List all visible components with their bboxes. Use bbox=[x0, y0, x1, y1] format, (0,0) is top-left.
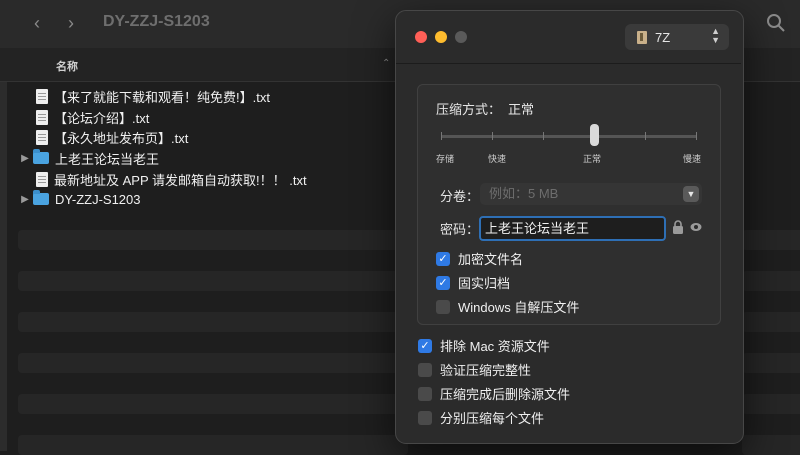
checkbox-label: 加密文件名 bbox=[458, 252, 524, 267]
window-title: DY-ZZJ-S1203 bbox=[103, 13, 210, 30]
windows-sfx-checkbox[interactable]: Windows 自解压文件 bbox=[436, 297, 579, 316]
eye-icon[interactable] bbox=[690, 222, 702, 232]
password-label: 密码： bbox=[440, 222, 480, 237]
checkmark-icon: ✓ bbox=[436, 275, 450, 290]
close-window-button[interactable] bbox=[415, 31, 427, 43]
verify-checkbox[interactable]: 验证压缩完整性 bbox=[418, 360, 531, 379]
sort-chevron-icon[interactable]: ⌃ bbox=[382, 58, 390, 69]
split-label: 分卷： bbox=[440, 189, 480, 204]
separate-archives-checkbox[interactable]: 分别压缩每个文件 bbox=[418, 408, 544, 427]
checkbox-label: 固实归档 bbox=[458, 276, 511, 291]
list-item[interactable]: ▶ 上老王论坛当老王 bbox=[18, 148, 159, 168]
empty-row bbox=[18, 271, 408, 291]
list-item[interactable]: 【永久地址发布页】.txt bbox=[18, 127, 188, 147]
empty-row bbox=[742, 312, 800, 332]
search-icon[interactable] bbox=[766, 13, 786, 33]
checkbox-label: 分别压缩每个文件 bbox=[440, 411, 545, 426]
archive-options-dialog: 7Z ▲ ▼ 压缩方式： 正常 存储 快速 正常 慢速 分卷： 例如：5 MB ▼… bbox=[395, 10, 744, 444]
checkbox-box bbox=[418, 362, 432, 377]
folder-name: DY-ZZJ-S1203 bbox=[55, 191, 141, 207]
folder-icon bbox=[33, 149, 49, 164]
text-file-icon bbox=[36, 109, 48, 125]
level-fast-label: 快速 bbox=[488, 154, 507, 164]
format-value: 7Z bbox=[655, 29, 671, 45]
checkbox-box bbox=[418, 386, 432, 401]
checkmark-icon: ✓ bbox=[418, 338, 432, 353]
exclude-mac-checkbox[interactable]: ✓ 排除 Mac 资源文件 bbox=[418, 336, 550, 355]
split-placeholder: 例如：5 MB bbox=[489, 186, 559, 201]
up-down-chevron-icon: ▲ ▼ bbox=[711, 26, 720, 45]
empty-row bbox=[742, 271, 800, 291]
list-item[interactable]: 【来了就能下载和观看！纯免费!】.txt bbox=[18, 86, 270, 106]
text-file-icon bbox=[36, 88, 48, 104]
checkbox-label: 验证压缩完整性 bbox=[440, 363, 532, 378]
text-file-icon bbox=[36, 171, 48, 187]
checkbox-box bbox=[418, 410, 432, 425]
level-normal-label: 正常 bbox=[583, 154, 602, 164]
compression-slider[interactable] bbox=[441, 132, 697, 140]
chevron-down-icon[interactable]: ▼ bbox=[683, 186, 699, 202]
compression-value: 正常 bbox=[508, 102, 535, 117]
compression-label: 压缩方式： bbox=[436, 102, 502, 117]
checkbox-label: 排除 Mac 资源文件 bbox=[440, 339, 550, 354]
list-item[interactable]: 最新地址及 APP 请发邮箱自动获取!！！ .txt bbox=[18, 169, 307, 189]
password-field[interactable]: 上老王论坛当老王 bbox=[479, 216, 666, 241]
checkbox-label: 压缩完成后删除源文件 bbox=[440, 387, 571, 402]
column-name-header[interactable]: 名称 bbox=[56, 58, 78, 74]
text-file-icon bbox=[36, 129, 48, 145]
solid-archive-checkbox[interactable]: ✓ 固实归档 bbox=[436, 273, 510, 292]
file-name: 【来了就能下载和观看！纯免费!】.txt bbox=[54, 89, 270, 105]
encrypt-filenames-checkbox[interactable]: ✓ 加密文件名 bbox=[436, 249, 523, 268]
level-store-label: 存储 bbox=[436, 154, 455, 164]
empty-row bbox=[742, 394, 800, 414]
file-name: 【论坛介绍】.txt bbox=[54, 110, 150, 126]
empty-row bbox=[18, 230, 408, 250]
password-value: 上老王论坛当老王 bbox=[485, 221, 590, 236]
sidebar-edge bbox=[0, 48, 7, 451]
empty-row bbox=[18, 312, 408, 332]
format-select[interactable]: 7Z ▲ ▼ bbox=[625, 24, 729, 50]
split-size-combobox[interactable]: 例如：5 MB ▼ bbox=[480, 183, 702, 205]
empty-row bbox=[18, 435, 408, 455]
folder-icon bbox=[33, 190, 49, 205]
checkmark-icon: ✓ bbox=[436, 251, 450, 266]
chevron-left-icon: ‹ bbox=[34, 13, 40, 33]
delete-after-checkbox[interactable]: 压缩完成后删除源文件 bbox=[418, 384, 570, 403]
checkbox-box bbox=[436, 299, 450, 314]
empty-row bbox=[742, 230, 800, 250]
archive-file-icon bbox=[637, 30, 647, 44]
file-name: 最新地址及 APP 请发邮箱自动获取!！！ .txt bbox=[54, 172, 307, 188]
slider-thumb[interactable] bbox=[590, 124, 599, 146]
list-item[interactable]: 【论坛介绍】.txt bbox=[18, 107, 149, 127]
checkbox-label: Windows 自解压文件 bbox=[458, 300, 580, 315]
empty-row bbox=[18, 394, 408, 414]
file-name: 【永久地址发布页】.txt bbox=[54, 130, 189, 146]
divider bbox=[396, 63, 741, 64]
forward-button[interactable]: › bbox=[61, 12, 81, 34]
level-slow-label: 慢速 bbox=[683, 154, 702, 164]
empty-row bbox=[18, 353, 408, 373]
minimize-window-button[interactable] bbox=[435, 31, 447, 43]
disclosure-triangle-icon[interactable]: ▶ bbox=[18, 153, 32, 164]
back-button[interactable]: ‹ bbox=[27, 12, 47, 34]
chevron-right-icon: › bbox=[68, 13, 74, 33]
zoom-window-button[interactable] bbox=[455, 31, 467, 43]
lock-icon bbox=[673, 220, 683, 234]
disclosure-triangle-icon[interactable]: ▶ bbox=[18, 194, 32, 205]
empty-row bbox=[742, 353, 800, 373]
empty-row bbox=[742, 435, 800, 455]
list-item[interactable]: ▶ DY-ZZJ-S1203 bbox=[18, 189, 141, 209]
folder-name: 上老王论坛当老王 bbox=[55, 151, 160, 167]
